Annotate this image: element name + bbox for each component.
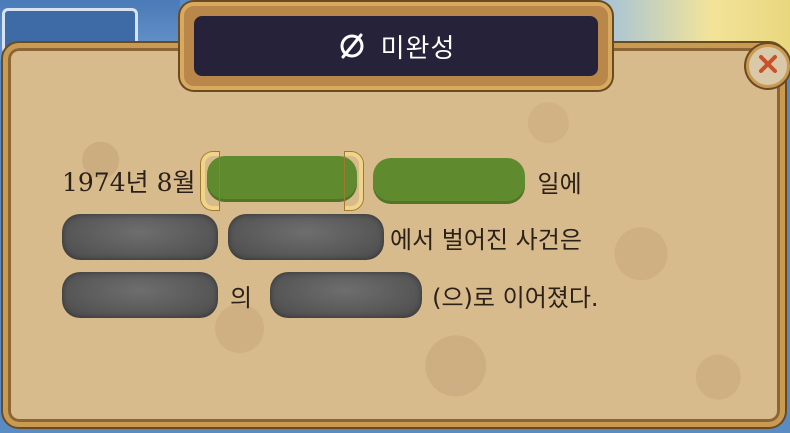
close-button[interactable] [746,44,790,88]
sentence-text-date: 1974년 8월 [62,168,196,197]
status-title: 미완성 [380,33,456,64]
sentence-line-2: 에서 벌어진 사건은 [62,214,582,260]
sentence-text-result: (으)로 이어졌다. [432,283,599,312]
selection-bracket-right [345,152,364,210]
blank-1[interactable] [207,156,358,202]
blank-3[interactable] [62,214,218,260]
selection-bracket-left [201,152,220,210]
blank-4[interactable] [228,214,384,260]
sentence-line-1: 1974년 8월 일에 [62,152,582,210]
sentence-text-day-suffix: 일에 [537,169,582,198]
status-title-plate: 미완성 [180,2,612,90]
blank-slot-selected[interactable] [201,152,364,210]
sentence-text-particle: 의 [230,283,253,312]
empty-set-icon [337,31,367,61]
blank-5[interactable] [62,272,218,318]
close-x-icon [757,53,779,79]
sentence-line-3: 의 (으)로 이어졌다. [62,272,599,318]
status-title-bar: 미완성 [194,16,598,76]
blank-6[interactable] [270,272,423,318]
blank-2[interactable] [373,158,526,204]
sentence-text-event: 에서 벌어진 사건은 [390,225,582,254]
